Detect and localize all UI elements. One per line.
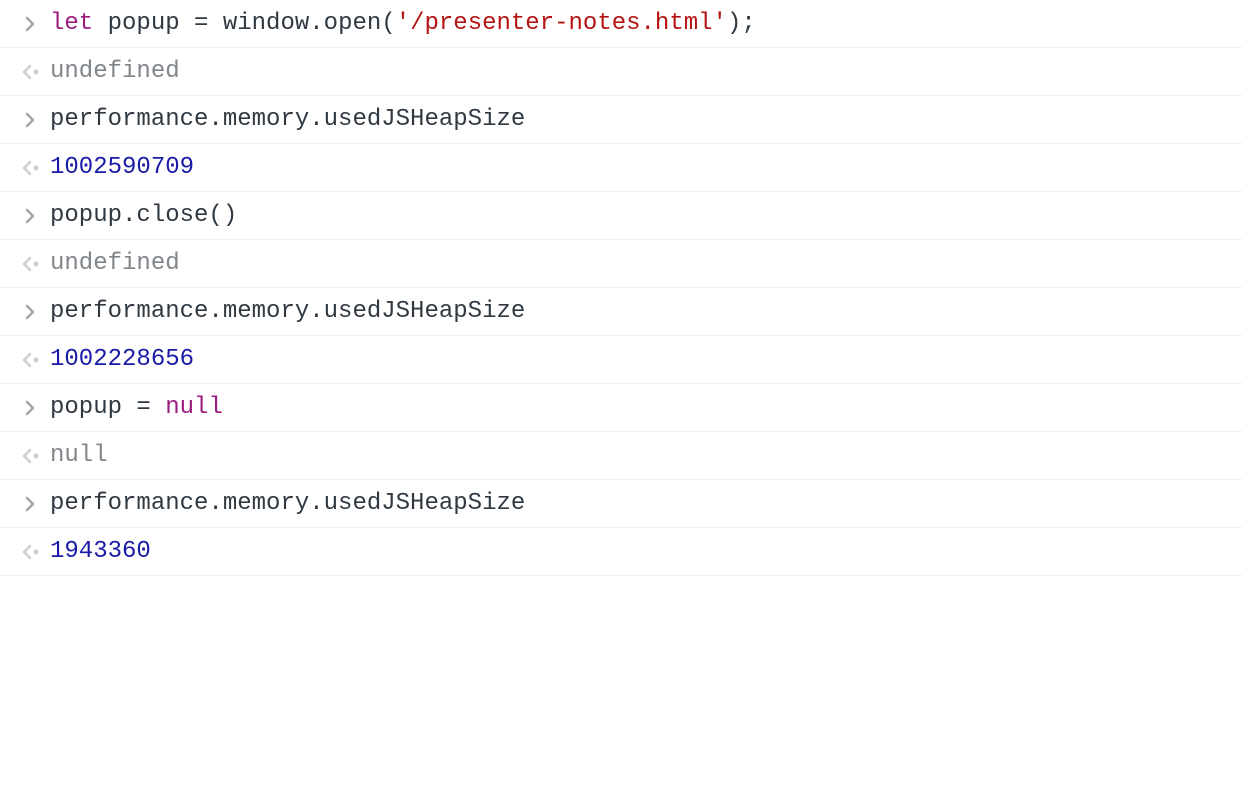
- code-token: performance.memory.usedJSHeapSize: [50, 106, 525, 133]
- code-token: '/presenter-notes.html': [396, 10, 727, 37]
- console-input-row: performance.memory.usedJSHeapSize: [0, 480, 1242, 528]
- code-token: open: [324, 10, 382, 37]
- console-input-row: performance.memory.usedJSHeapSize: [0, 288, 1242, 336]
- input-prompt-icon: [10, 206, 50, 226]
- code-token: undefined: [50, 250, 180, 277]
- console-input-code: popup.close(): [50, 202, 1224, 229]
- console-output-value: 1002590709: [50, 154, 1224, 181]
- console-output-row: 1002590709: [0, 144, 1242, 192]
- code-token: performance.memory.usedJSHeapSize: [50, 490, 525, 517]
- console-output-row: 1943360: [0, 528, 1242, 576]
- console-output-value: null: [50, 442, 1224, 469]
- code-token: 1002590709: [50, 154, 194, 181]
- console-output-value: 1002228656: [50, 346, 1224, 373]
- input-prompt-icon: [10, 494, 50, 514]
- input-prompt-icon: [10, 14, 50, 34]
- console-output-row: undefined: [0, 240, 1242, 288]
- input-prompt-icon: [10, 398, 50, 418]
- console-input-row: popup.close(): [0, 192, 1242, 240]
- console-input-code: popup = null: [50, 394, 1224, 421]
- console-input-code: performance.memory.usedJSHeapSize: [50, 106, 1224, 133]
- input-prompt-icon: [10, 302, 50, 322]
- output-result-icon: [10, 158, 50, 178]
- console-output-value: undefined: [50, 250, 1224, 277]
- code-token: performance.memory.usedJSHeapSize: [50, 298, 525, 325]
- code-token: =: [122, 394, 165, 421]
- code-token: 1002228656: [50, 346, 194, 373]
- code-token: window: [223, 10, 309, 37]
- console-input-code: performance.memory.usedJSHeapSize: [50, 298, 1224, 325]
- code-token: let: [50, 10, 108, 37]
- code-token: null: [165, 394, 223, 421]
- code-token: );: [727, 10, 756, 37]
- code-token: popup: [108, 10, 180, 37]
- console-output-row: null: [0, 432, 1242, 480]
- code-token: popup.close(): [50, 202, 237, 229]
- output-result-icon: [10, 446, 50, 466]
- output-result-icon: [10, 542, 50, 562]
- input-prompt-icon: [10, 110, 50, 130]
- console-output-value: 1943360: [50, 538, 1224, 565]
- console-input-row: performance.memory.usedJSHeapSize: [0, 96, 1242, 144]
- console-input-row: let popup = window.open('/presenter-note…: [0, 0, 1242, 48]
- output-result-icon: [10, 254, 50, 274]
- code-token: .: [309, 10, 323, 37]
- output-result-icon: [10, 350, 50, 370]
- console-input-code: performance.memory.usedJSHeapSize: [50, 490, 1224, 517]
- code-token: =: [180, 10, 223, 37]
- code-token: undefined: [50, 58, 180, 85]
- devtools-console[interactable]: let popup = window.open('/presenter-note…: [0, 0, 1242, 576]
- code-token: popup: [50, 394, 122, 421]
- console-input-code: let popup = window.open('/presenter-note…: [50, 10, 1224, 37]
- console-output-row: undefined: [0, 48, 1242, 96]
- code-token: 1943360: [50, 538, 151, 565]
- code-token: null: [50, 442, 108, 469]
- console-output-value: undefined: [50, 58, 1224, 85]
- code-token: (: [381, 10, 395, 37]
- console-input-row: popup = null: [0, 384, 1242, 432]
- output-result-icon: [10, 62, 50, 82]
- console-output-row: 1002228656: [0, 336, 1242, 384]
